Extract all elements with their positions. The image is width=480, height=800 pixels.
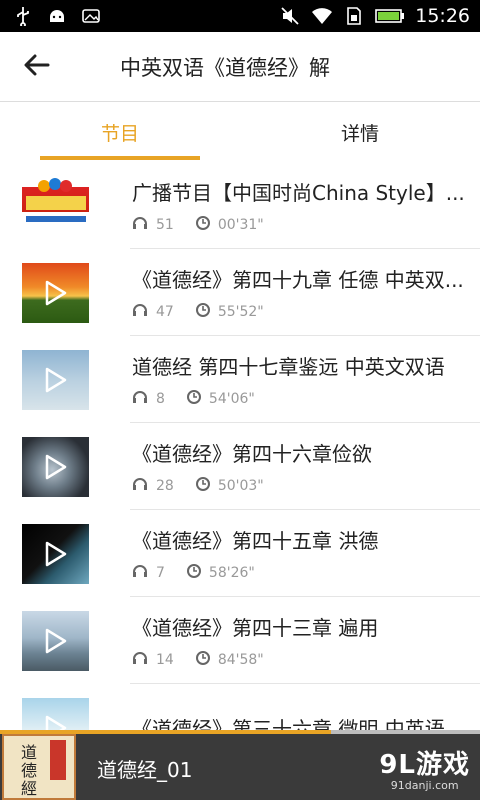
tab-bar: 节目 详情 xyxy=(0,102,480,162)
clock-icon xyxy=(195,216,210,234)
clock-icon xyxy=(186,564,201,582)
list-item[interactable]: 道德经 第四十七章鉴远 中英文双语 8 54'06" xyxy=(0,336,480,423)
episode-list: 广播节目【中国时尚China Style】... 51 00'31" 《道德经》… xyxy=(0,162,480,730)
headphones-icon xyxy=(132,651,148,669)
tab-programs[interactable]: 节目 xyxy=(0,102,240,162)
now-playing-title: 道德经_01 xyxy=(97,758,193,782)
episode-title: 《道德经》第四十五章 洪德 xyxy=(132,529,379,553)
watermark-logo: 9L游戏 91danji.com xyxy=(379,744,470,792)
watermark-brand: 9L游戏 xyxy=(379,750,470,780)
episode-duration: 00'31" xyxy=(217,217,264,233)
usb-icon xyxy=(12,5,34,27)
listen-count: 7 xyxy=(156,565,165,581)
episode-title: 《道德经》第三十六章 微明 中英语... xyxy=(132,717,464,730)
episode-thumbnail xyxy=(22,697,89,730)
list-item[interactable]: 《道德经》第三十六章 微明 中英语... xyxy=(0,684,480,730)
play-icon xyxy=(45,628,66,653)
clock: 15:26 xyxy=(415,5,470,27)
headphones-icon xyxy=(132,303,148,321)
episode-thumbnail xyxy=(22,523,89,584)
status-bar: 15:26 xyxy=(0,0,480,32)
episode-duration: 54'06" xyxy=(208,391,255,407)
episode-title: 《道德经》第四十六章俭欲 xyxy=(132,442,372,466)
cover-char: 經 xyxy=(21,779,37,798)
headphones-icon xyxy=(132,564,148,582)
listen-count: 51 xyxy=(156,217,174,233)
app-header: 中英双语《道德经》解 xyxy=(0,32,480,102)
album-cover: 道 德 經 xyxy=(2,734,76,800)
play-icon xyxy=(45,715,66,730)
episode-thumbnail xyxy=(22,610,89,671)
clock-icon xyxy=(195,477,210,495)
listen-count: 8 xyxy=(156,391,165,407)
cover-char: 道 xyxy=(21,743,37,762)
cover-char: 德 xyxy=(21,761,37,780)
page-title: 中英双语《道德经》解 xyxy=(120,55,330,80)
list-item[interactable]: 《道德经》第四十五章 洪德 7 58'26" xyxy=(0,510,480,597)
list-item[interactable]: 《道德经》第四十三章 遍用 14 84'58" xyxy=(0,597,480,684)
list-item[interactable]: 广播节目【中国时尚China Style】... 51 00'31" xyxy=(0,162,480,249)
episode-duration: 84'58" xyxy=(217,652,264,668)
wifi-icon xyxy=(311,5,333,27)
clock-icon xyxy=(186,390,201,408)
episode-thumbnail xyxy=(22,175,89,236)
clock-icon xyxy=(195,303,210,321)
sim-icon xyxy=(343,5,365,27)
play-icon xyxy=(45,541,66,566)
clock-icon xyxy=(195,651,210,669)
headphones-icon xyxy=(132,390,148,408)
episode-thumbnail xyxy=(22,436,89,497)
arrow-left-icon xyxy=(24,54,50,80)
episode-title: 《道德经》第四十九章 任德 中英双... xyxy=(132,268,464,292)
listen-count: 47 xyxy=(156,304,174,320)
headphones-icon xyxy=(132,216,148,234)
episode-thumbnail xyxy=(22,262,89,323)
episode-title: 《道德经》第四十三章 遍用 xyxy=(132,616,379,640)
headphones-icon xyxy=(132,477,148,495)
list-item[interactable]: 《道德经》第四十六章俭欲 28 50'03" xyxy=(0,423,480,510)
episode-thumbnail xyxy=(22,349,89,410)
battery-icon xyxy=(375,5,405,27)
play-icon xyxy=(45,367,66,392)
tab-details[interactable]: 详情 xyxy=(240,102,480,162)
watermark-site: 91danji.com xyxy=(390,779,459,792)
listen-count: 14 xyxy=(156,652,174,668)
episode-duration: 55'52" xyxy=(217,304,264,320)
back-button[interactable] xyxy=(0,32,74,102)
episode-title: 道德经 第四十七章鉴远 中英文双语 xyxy=(132,355,445,379)
mini-player[interactable]: 道 德 經 道德经_01 9L游戏 91danji.com xyxy=(0,730,480,800)
play-icon xyxy=(45,280,66,305)
episode-duration: 58'26" xyxy=(208,565,255,581)
android-debug-icon xyxy=(46,5,68,27)
mute-icon xyxy=(279,5,301,27)
listen-count: 28 xyxy=(156,478,174,494)
play-icon xyxy=(45,454,66,479)
list-item[interactable]: 《道德经》第四十九章 任德 中英双... 47 55'52" xyxy=(0,249,480,336)
episode-duration: 50'03" xyxy=(217,478,264,494)
episode-title: 广播节目【中国时尚China Style】... xyxy=(132,181,465,205)
image-icon xyxy=(80,5,102,27)
